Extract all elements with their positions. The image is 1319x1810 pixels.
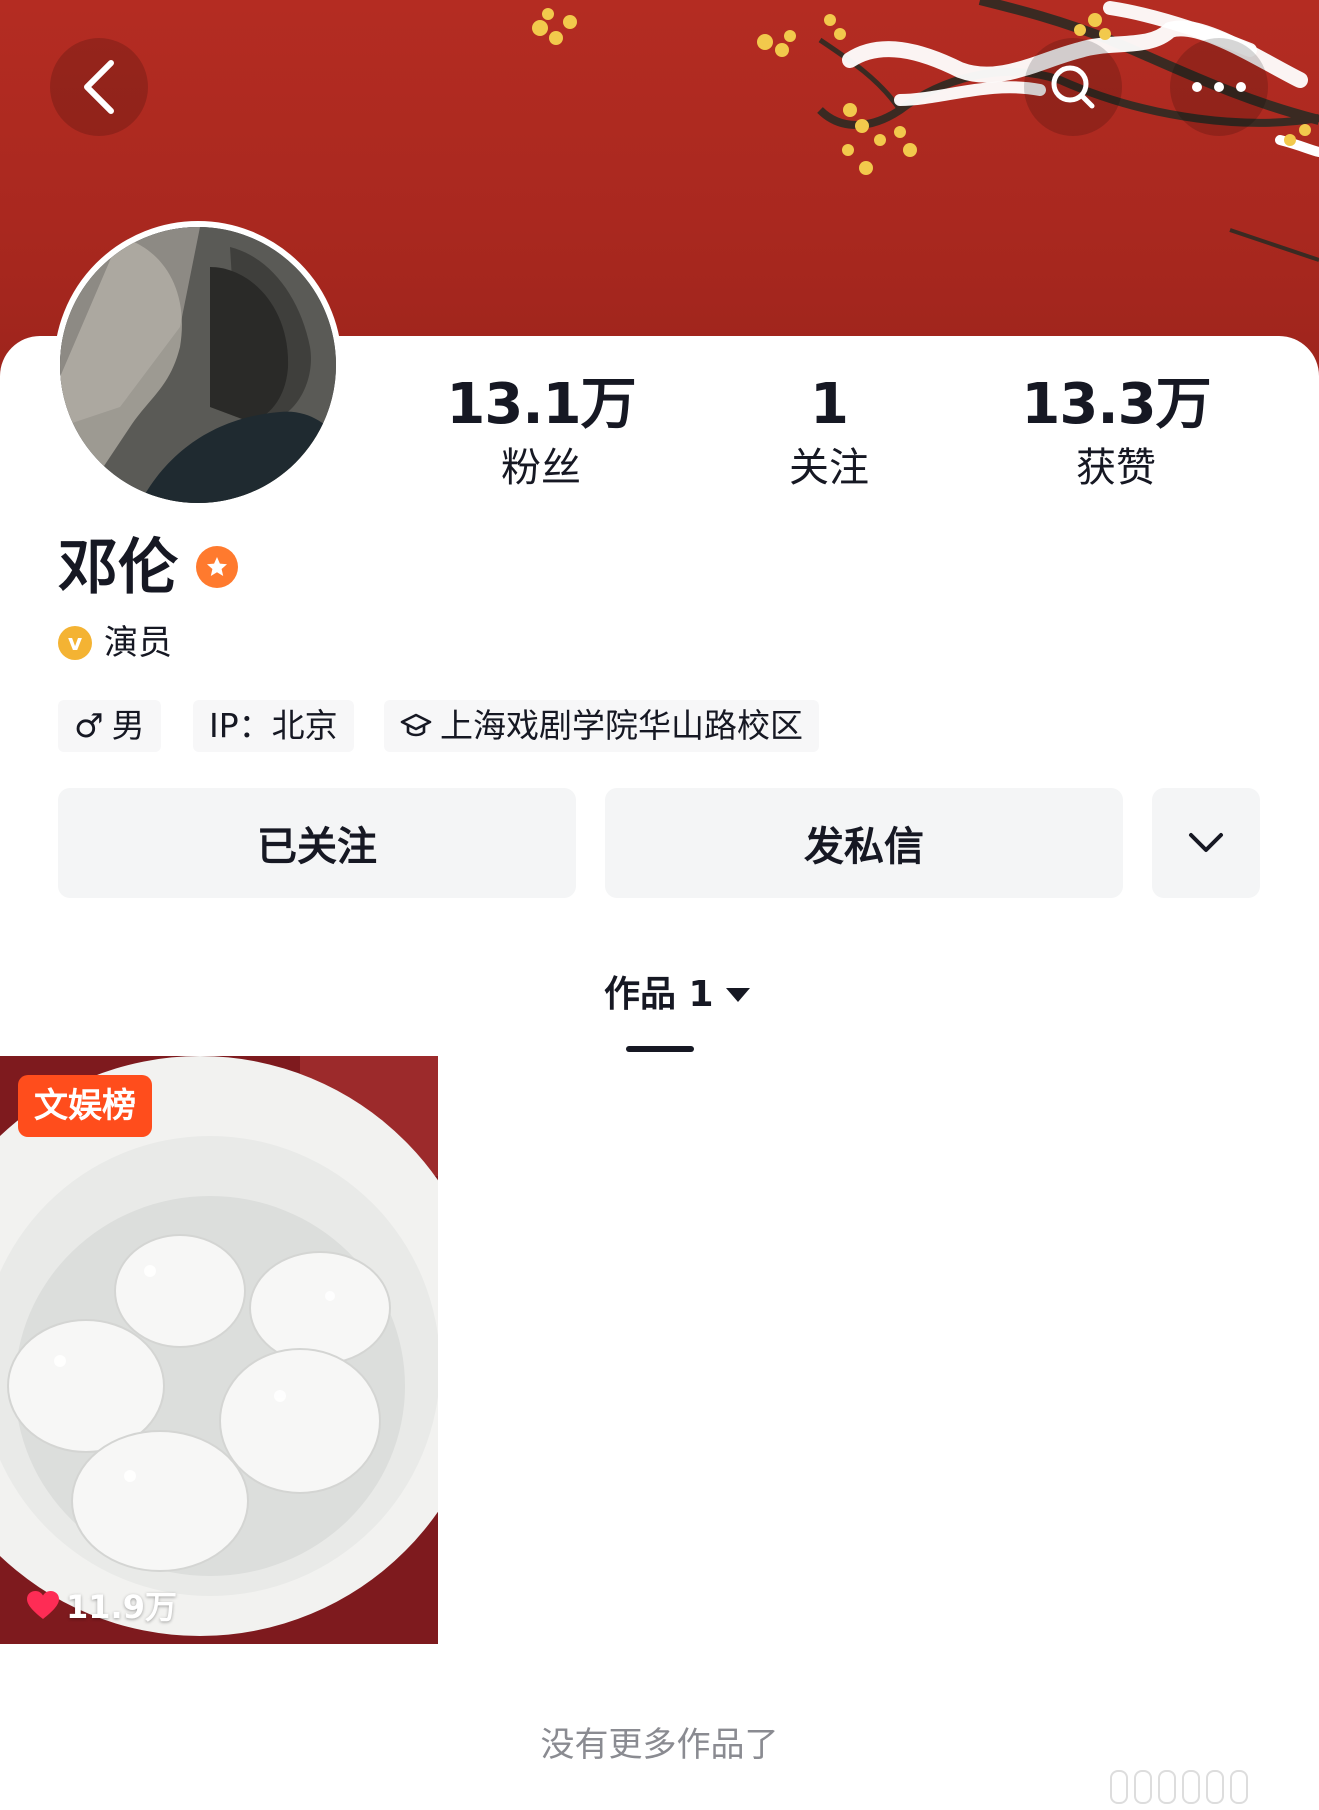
stat-likes-value: 13.3万 [1021,372,1211,437]
graduation-cap-icon [400,713,432,737]
triangle-down-icon [725,988,750,1002]
stat-followers[interactable]: 13.1万 粉丝 [431,372,651,496]
watermark-bars [1110,1770,1290,1804]
tag-ip: IP：北京 [193,700,354,752]
tag-gender: ♂ 男 [58,700,161,752]
no-more-works-text: 没有更多作品了 [540,1725,779,1765]
back-arrow-icon [84,60,114,114]
watermark-bar [1134,1770,1152,1804]
avatar-photo [60,227,336,503]
avatar[interactable] [54,221,342,509]
search-button[interactable] [1024,38,1122,136]
watermark-bar [1230,1770,1248,1804]
star-shape [207,557,227,576]
tag-school-label: 上海戏剧学院华山路校区 [440,706,803,745]
tab-works-label: 作品 1 [604,974,714,1015]
watermark-bar [1182,1770,1200,1804]
work-likes-count: 11.9万 [66,1588,177,1626]
work-likes: 11.9万 [26,1582,177,1628]
back-button[interactable] [50,38,148,136]
watermark-bar [1110,1770,1128,1804]
work-thumbnail [0,1056,438,1644]
star-badge-icon[interactable] [196,546,238,588]
stat-following-value: 1 [810,372,849,437]
stat-following-label: 关注 [789,445,869,491]
search-icon [1051,65,1095,109]
tag-school[interactable]: 上海戏剧学院华山路校区 [384,700,819,752]
verified-icon: v [58,626,92,660]
more-button[interactable] [1170,38,1268,136]
tag-ip-label: IP：北京 [209,706,338,745]
verified-title: 演员 [104,623,172,663]
tab-works-indicator [626,1046,694,1052]
message-button[interactable]: 发私信 [605,788,1123,898]
ranking-badge: 文娱榜 [18,1075,152,1137]
following-button[interactable]: 已关注 [58,788,576,898]
watermark-bar [1158,1770,1176,1804]
more-icon [1192,82,1246,92]
stat-likes-label: 获赞 [1076,445,1156,491]
stat-likes[interactable]: 13.3万 获赞 [1006,372,1226,496]
expand-button[interactable] [1152,788,1260,898]
work-card[interactable]: 文娱榜 [0,1056,438,1644]
tag-gender-label: 男 [111,706,145,745]
tab-works[interactable]: 作品 1 [604,970,752,1020]
stat-followers-value: 13.1万 [446,372,636,437]
heart-icon [27,1591,59,1619]
watermark-bar [1206,1770,1224,1804]
profile-name: 邓伦 [58,533,178,603]
stat-following[interactable]: 1 关注 [719,372,939,496]
gender-male-icon: ♂ [74,706,104,745]
stat-followers-label: 粉丝 [501,445,581,491]
chevron-down-icon [1189,833,1223,852]
